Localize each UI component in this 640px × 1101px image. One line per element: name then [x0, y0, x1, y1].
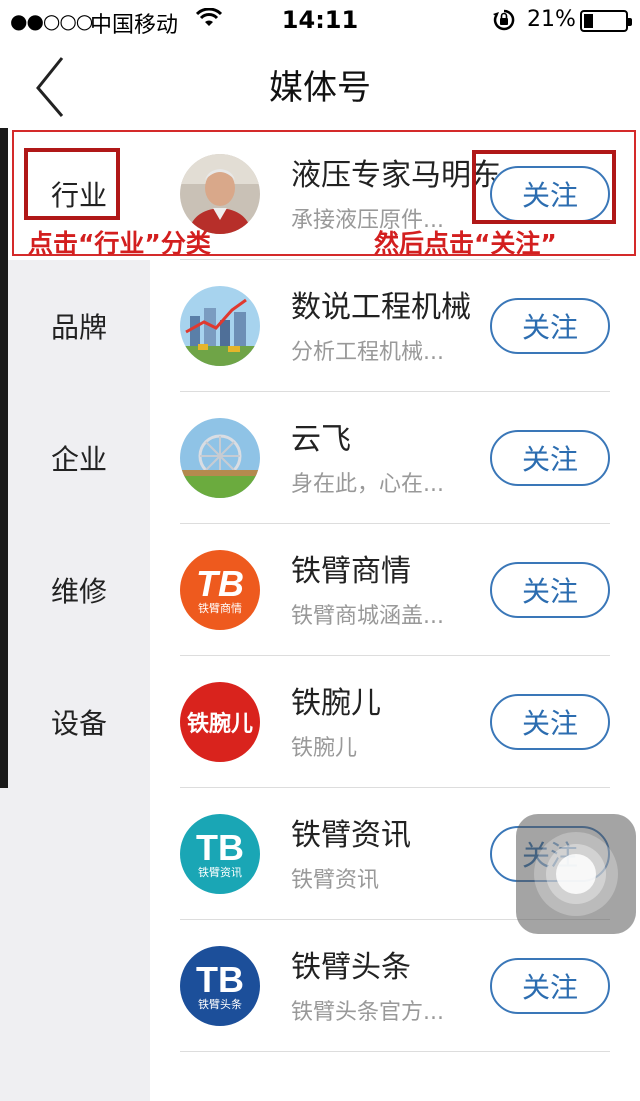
logo-text: 铁腕儿: [186, 712, 253, 737]
logo-text: TB: [196, 959, 244, 1000]
avatar: TB 铁臂头条: [180, 946, 260, 1026]
logo-text: TB: [196, 827, 244, 868]
follow-button[interactable]: 关注: [490, 166, 610, 222]
sidebar-item-repair[interactable]: 维修: [8, 524, 150, 656]
battery-icon: [580, 10, 632, 32]
account-name: 铁臂商情: [291, 554, 411, 589]
account-description: 分析工程机械...: [291, 340, 444, 365]
sidebar-item-label: 行业: [50, 179, 107, 212]
assistive-touch-button[interactable]: [516, 814, 636, 934]
account-description: 铁臂资讯: [291, 868, 380, 893]
divider: [180, 1051, 610, 1052]
sidebar-item-equipment[interactable]: 设备: [8, 656, 150, 788]
avatar: [180, 286, 260, 366]
account-name: 铁腕儿: [291, 686, 381, 721]
logo-text: TB: [196, 563, 244, 604]
account-name: 铁臂资讯: [291, 818, 411, 853]
battery-percent: 21%: [527, 7, 576, 32]
sidebar-item-enterprise[interactable]: 企业: [8, 392, 150, 524]
status-bar: ●●○○○ 中国移动 14:11 21%: [0, 0, 640, 40]
annotation-text-category: 点击“行业”分类: [28, 229, 211, 258]
battery-fill: [584, 14, 594, 28]
account-name: 铁臂头条: [291, 950, 411, 985]
sidebar-item-label: 企业: [50, 443, 107, 476]
sidebar-item-label: 维修: [50, 575, 107, 608]
list-item[interactable]: 铁腕儿 铁腕儿 铁腕儿 关注: [150, 656, 640, 788]
sidebar-item-label: 品牌: [50, 311, 107, 344]
sidebar-edge: [0, 128, 8, 788]
list-item[interactable]: TB 铁臂商情 铁臂商情 铁臂商城涵盖... 关注: [150, 524, 640, 656]
list-item[interactable]: TB 铁臂头条 铁臂头条 铁臂头条官方... 关注: [150, 920, 640, 1052]
sidebar-item-label: 设备: [50, 707, 107, 740]
avatar: TB 铁臂商情: [180, 550, 260, 630]
rotation-lock-icon: [492, 8, 516, 32]
avatar: [180, 154, 260, 234]
follow-button[interactable]: 关注: [490, 958, 610, 1014]
account-description: 铁腕儿: [291, 736, 358, 761]
annotation-text-follow: 然后点击“关注”: [374, 229, 557, 258]
account-description: 铁臂头条官方...: [291, 1000, 444, 1025]
logo-subtext: 铁臂商情: [198, 602, 242, 615]
page-title: 媒体号: [269, 68, 371, 108]
logo-subtext: 铁臂资讯: [198, 866, 242, 879]
account-description: 铁臂商城涵盖...: [291, 604, 444, 629]
account-name: 液压专家马明东: [291, 158, 501, 193]
follow-button[interactable]: 关注: [490, 298, 610, 354]
logo-subtext: 铁臂头条: [198, 998, 242, 1011]
account-name: 数说工程机械: [291, 290, 471, 325]
list-item[interactable]: 云飞 身在此，心在... 关注: [150, 392, 640, 524]
follow-button[interactable]: 关注: [490, 430, 610, 486]
sidebar-item-brand[interactable]: 品牌: [8, 260, 150, 392]
account-description: 身在此，心在...: [291, 472, 444, 497]
avatar: [180, 418, 260, 498]
avatar: 铁腕儿: [180, 682, 260, 762]
list-item[interactable]: 数说工程机械 分析工程机械... 关注: [150, 260, 640, 392]
avatar: TB 铁臂资讯: [180, 814, 260, 894]
follow-button[interactable]: 关注: [490, 694, 610, 750]
account-name: 云飞: [291, 422, 351, 457]
nav-bar: 媒体号: [0, 40, 640, 128]
follow-button[interactable]: 关注: [490, 562, 610, 618]
